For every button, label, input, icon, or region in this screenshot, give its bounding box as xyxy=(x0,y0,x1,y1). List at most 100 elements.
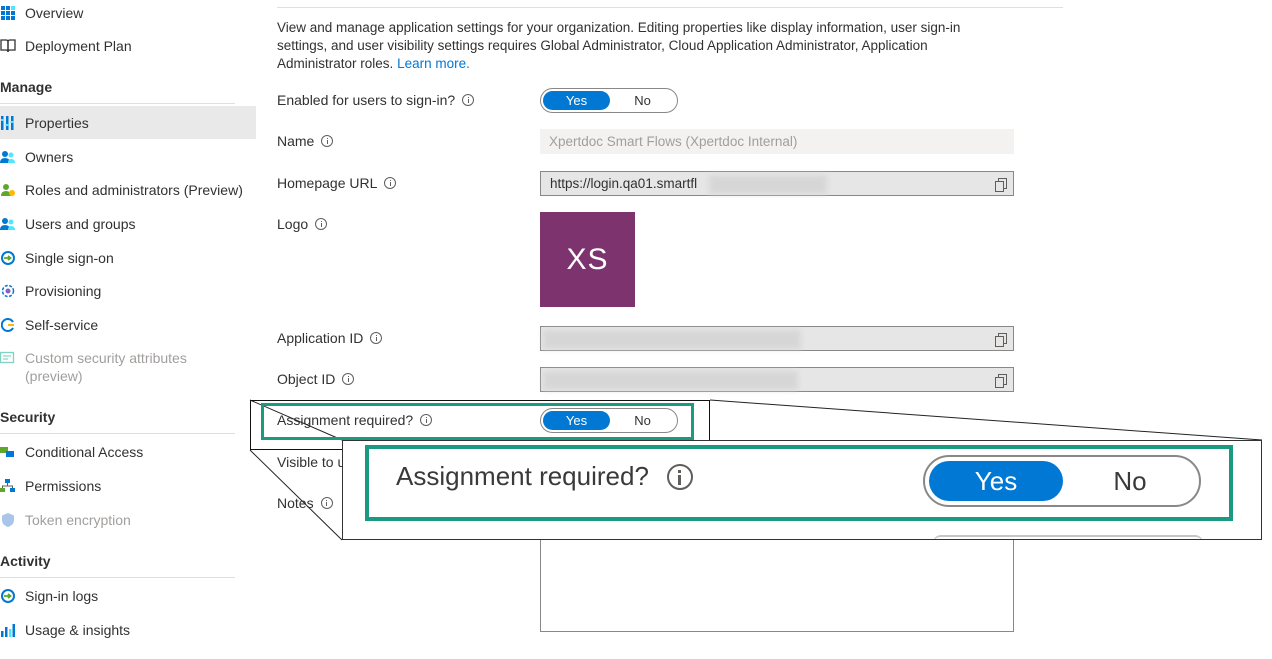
sidebar-item-deployment-plan[interactable]: Deployment Plan xyxy=(0,29,256,62)
application-id-field[interactable] xyxy=(540,326,1014,351)
field-label-text: Visible to u xyxy=(277,454,346,470)
self-service-icon xyxy=(0,317,16,333)
object-id-label: Object ID xyxy=(277,371,355,387)
homepage-url-field[interactable]: https://login.qa01.smartfl xyxy=(540,171,1014,196)
properties-icon xyxy=(0,115,16,131)
notes-label: Notes xyxy=(277,495,333,511)
sidebar-item-owners[interactable]: Owners xyxy=(0,140,256,173)
application-id-label: Application ID xyxy=(277,330,383,346)
object-id-field[interactable] xyxy=(540,367,1014,392)
sidebar-item-label: Conditional Access xyxy=(25,443,144,460)
info-icon[interactable] xyxy=(321,135,334,147)
sidebar-item-partial xyxy=(0,646,256,659)
users-icon xyxy=(0,216,16,232)
info-icon[interactable] xyxy=(320,497,333,509)
copy-icon[interactable] xyxy=(995,374,1007,388)
left-nav: Overview Deployment Plan Manage Properti… xyxy=(0,0,258,659)
redacted-text xyxy=(543,330,801,349)
zoomed-highlight-frame xyxy=(365,445,1233,521)
book-icon xyxy=(0,38,16,54)
section-heading-manage: Manage xyxy=(0,79,53,95)
sidebar-item-conditional-access[interactable]: Conditional Access xyxy=(0,435,256,468)
info-icon[interactable] xyxy=(342,373,355,385)
field-label-text: Application ID xyxy=(277,330,364,346)
sidebar-item-self-service[interactable]: Self-service xyxy=(0,308,256,341)
section-heading-activity: Activity xyxy=(0,553,51,569)
grid-icon xyxy=(0,5,16,21)
sidebar-item-roles-and-administrators[interactable]: Roles and administrators (Preview) xyxy=(0,173,256,206)
sidebar-item-single-sign-on[interactable]: Single sign-on xyxy=(0,241,256,274)
sidebar-item-permissions[interactable]: Permissions xyxy=(0,469,256,502)
permissions-icon xyxy=(0,478,16,494)
notes-textarea[interactable] xyxy=(540,538,1014,632)
name-label: Name xyxy=(277,133,334,149)
section-heading-security: Security xyxy=(0,409,56,425)
app-logo[interactable]: XS xyxy=(540,212,635,307)
redacted-text xyxy=(709,175,827,194)
copy-icon[interactable] xyxy=(995,333,1007,347)
sidebar-item-label: Users and groups xyxy=(25,215,136,232)
sidebar-item-token-encryption[interactable]: Token encryption xyxy=(0,503,256,536)
usage-icon xyxy=(0,622,16,638)
sign-in-logs-icon xyxy=(0,588,16,604)
field-label-text: Object ID xyxy=(277,371,336,387)
enabled-for-sign-in-toggle[interactable]: Yes No xyxy=(540,88,678,113)
intro-text: View and manage application settings for… xyxy=(277,20,961,71)
sidebar-item-users-and-groups[interactable]: Users and groups xyxy=(0,207,256,240)
zoomed-next-control-edge xyxy=(933,535,1203,539)
provisioning-icon xyxy=(0,283,16,299)
redacted-text xyxy=(543,371,798,390)
divider xyxy=(277,7,1063,8)
info-icon[interactable] xyxy=(462,94,475,106)
sidebar-item-overview[interactable]: Overview xyxy=(0,0,256,29)
name-field[interactable]: Xpertdoc Smart Flows (Xpertdoc Internal) xyxy=(540,129,1014,154)
security-attributes-icon xyxy=(0,350,16,366)
sidebar-item-label: Deployment Plan xyxy=(25,37,132,54)
homepage-url-value: https://login.qa01.smartfl xyxy=(550,176,698,191)
intro-description: View and manage application settings for… xyxy=(277,19,997,73)
visible-to-users-label: Visible to u xyxy=(277,454,345,470)
conditional-access-icon xyxy=(0,444,16,460)
sidebar-item-label: Self-service xyxy=(25,316,99,333)
name-value: Xpertdoc Smart Flows (Xpertdoc Internal) xyxy=(549,134,798,149)
sidebar-item-label: Owners xyxy=(25,148,74,165)
sidebar-item-label: Roles and administrators (Preview) xyxy=(25,181,243,198)
field-label-text: Enabled for users to sign-in? xyxy=(277,92,456,108)
app-logo-initials: XS xyxy=(566,242,609,276)
sidebar-item-properties[interactable]: Properties xyxy=(0,106,256,139)
list-icon xyxy=(0,655,16,659)
sidebar-item-label: Provisioning xyxy=(25,282,102,299)
roles-icon xyxy=(0,182,16,198)
info-icon[interactable] xyxy=(370,332,383,344)
logo-label: Logo xyxy=(277,216,328,232)
sidebar-item-provisioning[interactable]: Provisioning xyxy=(0,274,256,307)
sso-icon xyxy=(0,250,16,266)
zoomed-callout: Assignment required? Yes No xyxy=(342,440,1262,540)
sidebar-item-custom-security-attributes[interactable]: Custom security attributes (preview) xyxy=(0,349,256,389)
sidebar-item-label: Permissions xyxy=(25,477,102,494)
field-label-text: Homepage URL xyxy=(277,175,378,191)
divider xyxy=(0,103,235,104)
info-icon[interactable] xyxy=(384,177,397,189)
sidebar-item-label: Overview xyxy=(25,4,84,21)
divider xyxy=(0,433,235,434)
sidebar-item-label: Properties xyxy=(25,114,89,131)
field-label-text: Notes xyxy=(277,495,314,511)
info-icon[interactable] xyxy=(315,218,328,230)
owners-icon xyxy=(0,149,16,165)
sidebar-item-usage-and-insights[interactable]: Usage & insights xyxy=(0,613,256,646)
enabled-for-sign-in-label: Enabled for users to sign-in? xyxy=(277,92,475,108)
sidebar-item-label: Token encryption xyxy=(25,511,131,528)
toggle-yes-option[interactable]: Yes xyxy=(543,91,610,110)
copy-icon[interactable] xyxy=(995,178,1007,192)
field-label-text: Name xyxy=(277,133,315,149)
field-label-text: Logo xyxy=(277,216,309,232)
toggle-no-option[interactable]: No xyxy=(609,91,676,110)
highlight-frame xyxy=(261,403,694,440)
learn-more-link[interactable]: Learn more. xyxy=(397,56,470,71)
sidebar-item-sign-in-logs[interactable]: Sign-in logs xyxy=(0,579,256,612)
sidebar-item-label: Usage & insights xyxy=(25,621,131,638)
homepage-url-label: Homepage URL xyxy=(277,175,397,191)
divider xyxy=(0,577,235,578)
sidebar-item-label: Sign-in logs xyxy=(25,587,99,604)
